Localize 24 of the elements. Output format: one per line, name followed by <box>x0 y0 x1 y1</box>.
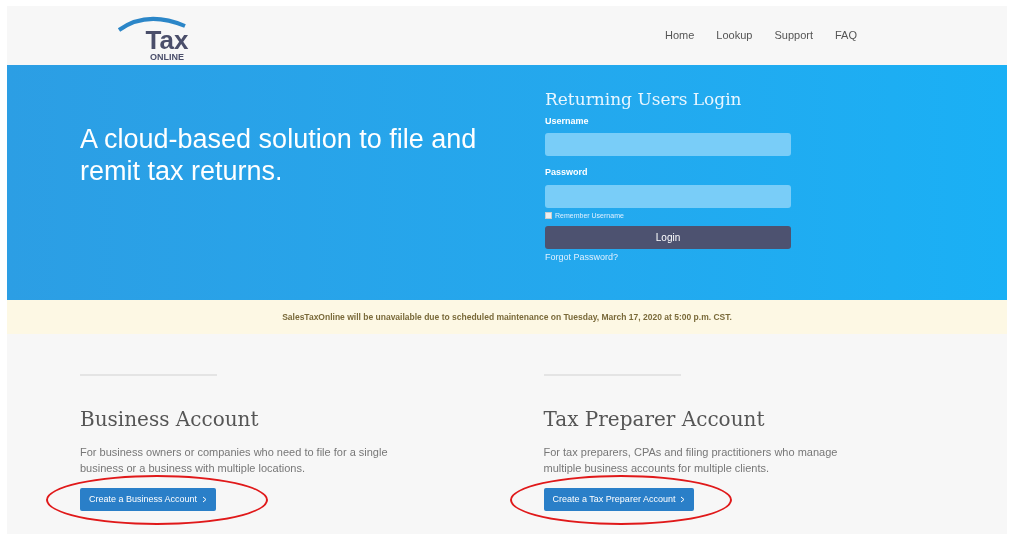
account-title: Business Account <box>80 406 260 433</box>
logo-word: Tax <box>145 26 189 53</box>
logo-subtitle: ONLINE <box>150 52 184 62</box>
account-title: Tax Preparer Account <box>543 406 766 433</box>
field-label: Password <box>545 166 589 179</box>
create-account-button[interactable]: Create a Business Account <box>80 488 217 511</box>
maintenance-notice: SalesTaxOnline will be unavailable due to scheduled maintenance on Tuesday, March 17, 2020 at 5:00 p.m. CST. <box>7 300 1007 334</box>
account-description: For tax preparers, CPAs and filing practitioners who manage multiple business accounts for multiple clients. <box>543 445 839 476</box>
hero-headline: A cloud-based solution to file and remit tax returns. <box>80 123 478 188</box>
logo[interactable]: Tax ONLINE <box>117 9 207 62</box>
login-button[interactable]: Login <box>545 226 791 249</box>
chevron-right-icon <box>202 496 208 503</box>
create-account-button[interactable]: Create a Tax Preparer Account <box>543 488 695 511</box>
input-field[interactable] <box>545 184 791 208</box>
nav-link[interactable]: Lookup <box>716 27 753 44</box>
login-title: Returning Users Login <box>545 88 743 111</box>
input-field[interactable] <box>545 133 791 156</box>
nav-link[interactable]: Home <box>665 27 695 44</box>
account-description: For business owners or companies who need to file for a single business or a business with multiple locations. <box>80 445 389 476</box>
remember-checkbox[interactable] <box>545 212 552 220</box>
chevron-right-icon <box>680 496 686 503</box>
nav-link[interactable]: FAQ <box>835 27 857 44</box>
field-label: Username <box>545 114 590 128</box>
nav-link[interactable]: Support <box>774 27 813 44</box>
